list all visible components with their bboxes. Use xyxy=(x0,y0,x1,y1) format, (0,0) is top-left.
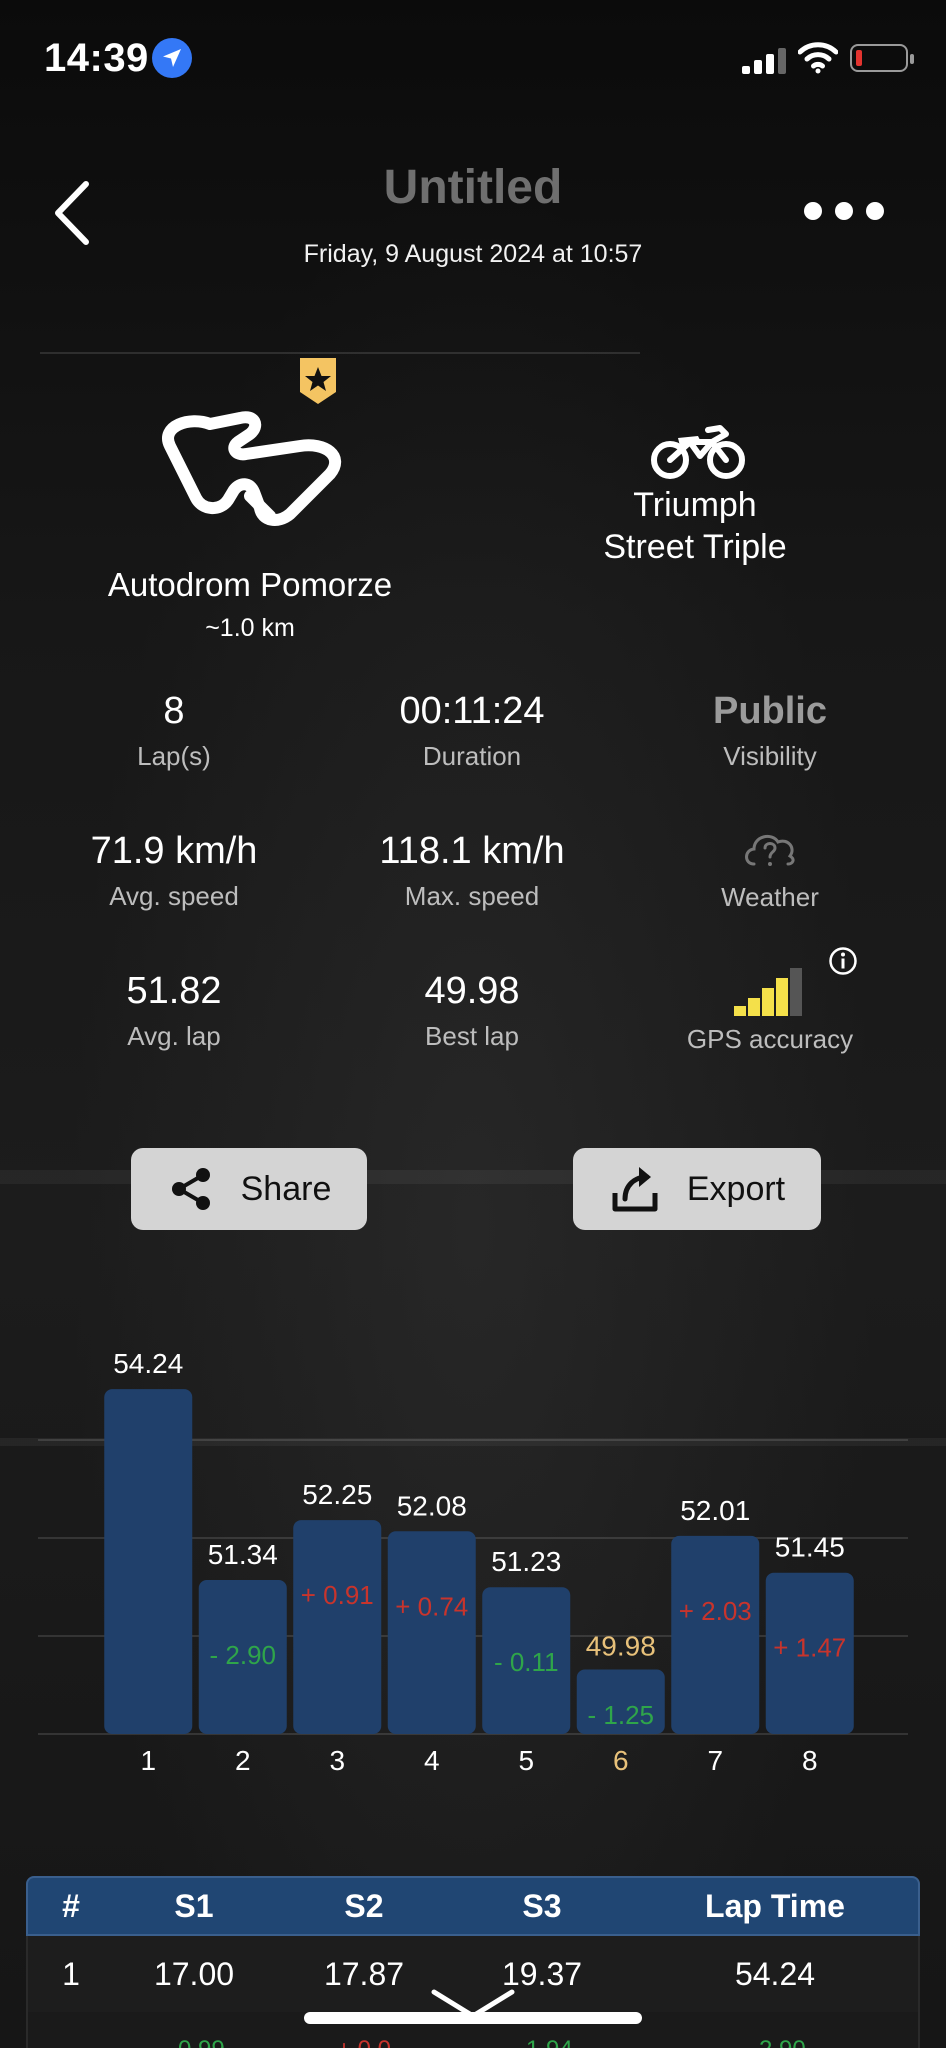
chart-value-label: 52.08 xyxy=(397,1490,467,1521)
wifi-icon xyxy=(797,40,839,79)
stat-label: Avg. speed xyxy=(109,881,239,911)
chart-bar xyxy=(104,1389,193,1734)
chart-x-tick-label: 6 xyxy=(613,1745,629,1776)
stat-label: GPS accuracy xyxy=(686,1024,854,1054)
stat-value: Public xyxy=(712,690,828,732)
stat-duration: 00:11:24 Duration xyxy=(322,690,622,772)
chart-delta-label: - 2.90 xyxy=(210,1640,277,1670)
chart-x-tick-label: 1 xyxy=(140,1745,156,1776)
more-options-button[interactable] xyxy=(804,202,884,220)
stat-laps: 8 Lap(s) xyxy=(24,690,324,772)
motorcycle-icon xyxy=(650,420,746,480)
chart-delta-label: + 0.91 xyxy=(301,1580,374,1610)
stat-best-lap: 49.98 Best lap xyxy=(322,970,622,1052)
export-label: Export xyxy=(686,1169,786,1208)
share-button[interactable]: Share xyxy=(131,1148,367,1230)
home-indicator xyxy=(304,2012,642,2024)
chart-x-tick-label: 2 xyxy=(235,1745,251,1776)
chart-value-label: 54.24 xyxy=(113,1348,183,1379)
chart-x-tick-label: 4 xyxy=(424,1745,440,1776)
table-cell: - 0.99 xyxy=(114,2036,274,2048)
stat-label: Duration xyxy=(422,741,522,771)
chart-delta-label: + 0.74 xyxy=(395,1591,468,1621)
stat-weather[interactable]: Weather xyxy=(620,826,920,913)
chart-delta-label: + 1.47 xyxy=(773,1633,846,1663)
chart-x-tick-label: 5 xyxy=(518,1745,534,1776)
chart-value-label: 52.01 xyxy=(680,1495,750,1526)
chart-value-label: 51.45 xyxy=(775,1532,845,1563)
stat-label: Weather xyxy=(721,882,819,912)
chart-x-tick-label: 7 xyxy=(707,1745,723,1776)
share-label: Share xyxy=(240,1169,332,1208)
export-button[interactable]: Export xyxy=(573,1148,821,1230)
bike-model: Street Triple xyxy=(603,528,787,566)
stat-label: Avg. lap xyxy=(127,1021,221,1051)
table-cell: 17.00 xyxy=(153,1955,235,1992)
bike-name: Triumph Street Triple xyxy=(560,484,830,568)
info-icon[interactable] xyxy=(828,946,858,981)
chart-bar xyxy=(387,1531,476,1734)
table-cell: 17.87 xyxy=(323,1955,405,1992)
column-header-s2: S2 xyxy=(344,1887,384,1924)
table-cell: 1 xyxy=(62,1955,80,1992)
divider xyxy=(40,352,640,354)
battery-icon xyxy=(850,44,914,72)
stat-value: 118.1 km/h xyxy=(379,830,565,872)
table-header: # S1 S2 S3 Lap Time xyxy=(26,1876,920,1936)
chart-bar xyxy=(293,1520,382,1734)
column-header-s1: S1 xyxy=(174,1887,214,1924)
chart-delta-label: - 0.11 xyxy=(494,1647,559,1677)
stat-value: 49.98 xyxy=(424,970,520,1012)
share-icon xyxy=(171,1168,210,1210)
lap-times-chart: 54.24 1 51.34 - 2.90 2 52.25 + 0.91 3 52.08 + 0.7… xyxy=(38,1348,908,1776)
stat-value: 8 xyxy=(163,690,185,732)
location-icon xyxy=(152,38,192,78)
chart-x-tick-label: 8 xyxy=(802,1745,818,1776)
chevron-down-icon[interactable] xyxy=(428,1986,518,2031)
table-cell: - 1.94 xyxy=(454,2036,630,2048)
column-header-lap-time: Lap Time xyxy=(705,1887,845,1924)
table-cell: 54.24 xyxy=(734,1955,816,1992)
stat-label: Lap(s) xyxy=(137,741,211,771)
column-header-number: # xyxy=(62,1887,80,1924)
chart-value-label: 49.98 xyxy=(586,1630,656,1661)
chart-bar xyxy=(671,1535,760,1734)
chart-value-label: 51.34 xyxy=(208,1539,278,1570)
status-time: 14:39 xyxy=(44,36,149,80)
bike-make: Triumph xyxy=(633,486,757,524)
chart-delta-label: - 1.25 xyxy=(588,1700,655,1730)
stat-label: Best lap xyxy=(425,1021,519,1051)
export-icon xyxy=(612,1167,658,1212)
table-cell: - 2.90 xyxy=(630,2036,918,2048)
stat-value: 51.82 xyxy=(126,970,222,1012)
stat-visibility[interactable]: Public Visibility xyxy=(620,690,920,772)
track-length: ~1.0 km xyxy=(205,614,295,642)
stat-value: 71.9 km/h xyxy=(90,830,258,872)
stat-gps-accuracy: GPS accuracy xyxy=(620,966,920,1055)
chart-value-label: 51.23 xyxy=(491,1546,561,1577)
session-date: Friday, 9 August 2024 at 10:57 xyxy=(303,240,643,268)
stat-avg-lap: 51.82 Avg. lap xyxy=(24,970,324,1052)
chart-delta-label: + 2.03 xyxy=(679,1596,752,1626)
column-header-s3: S3 xyxy=(522,1887,562,1924)
table-cell: + 0.0 xyxy=(274,2036,454,2048)
stat-max-speed: 118.1 km/h Max. speed xyxy=(322,830,622,912)
stat-label: Visibility xyxy=(723,741,817,771)
stat-avg-speed: 71.9 km/h Avg. speed xyxy=(24,830,324,912)
weather-unknown-icon xyxy=(745,834,795,866)
stat-label: Max. speed xyxy=(404,881,540,911)
track-map-icon xyxy=(150,396,350,526)
cellular-signal-icon xyxy=(742,44,786,74)
chart-value-label: 52.25 xyxy=(302,1479,372,1510)
track-name: Autodrom Pomorze xyxy=(107,566,393,603)
stat-value: 00:11:24 xyxy=(399,690,545,732)
chart-x-tick-label: 3 xyxy=(329,1745,345,1776)
gps-signal-bars-icon xyxy=(734,968,802,1016)
